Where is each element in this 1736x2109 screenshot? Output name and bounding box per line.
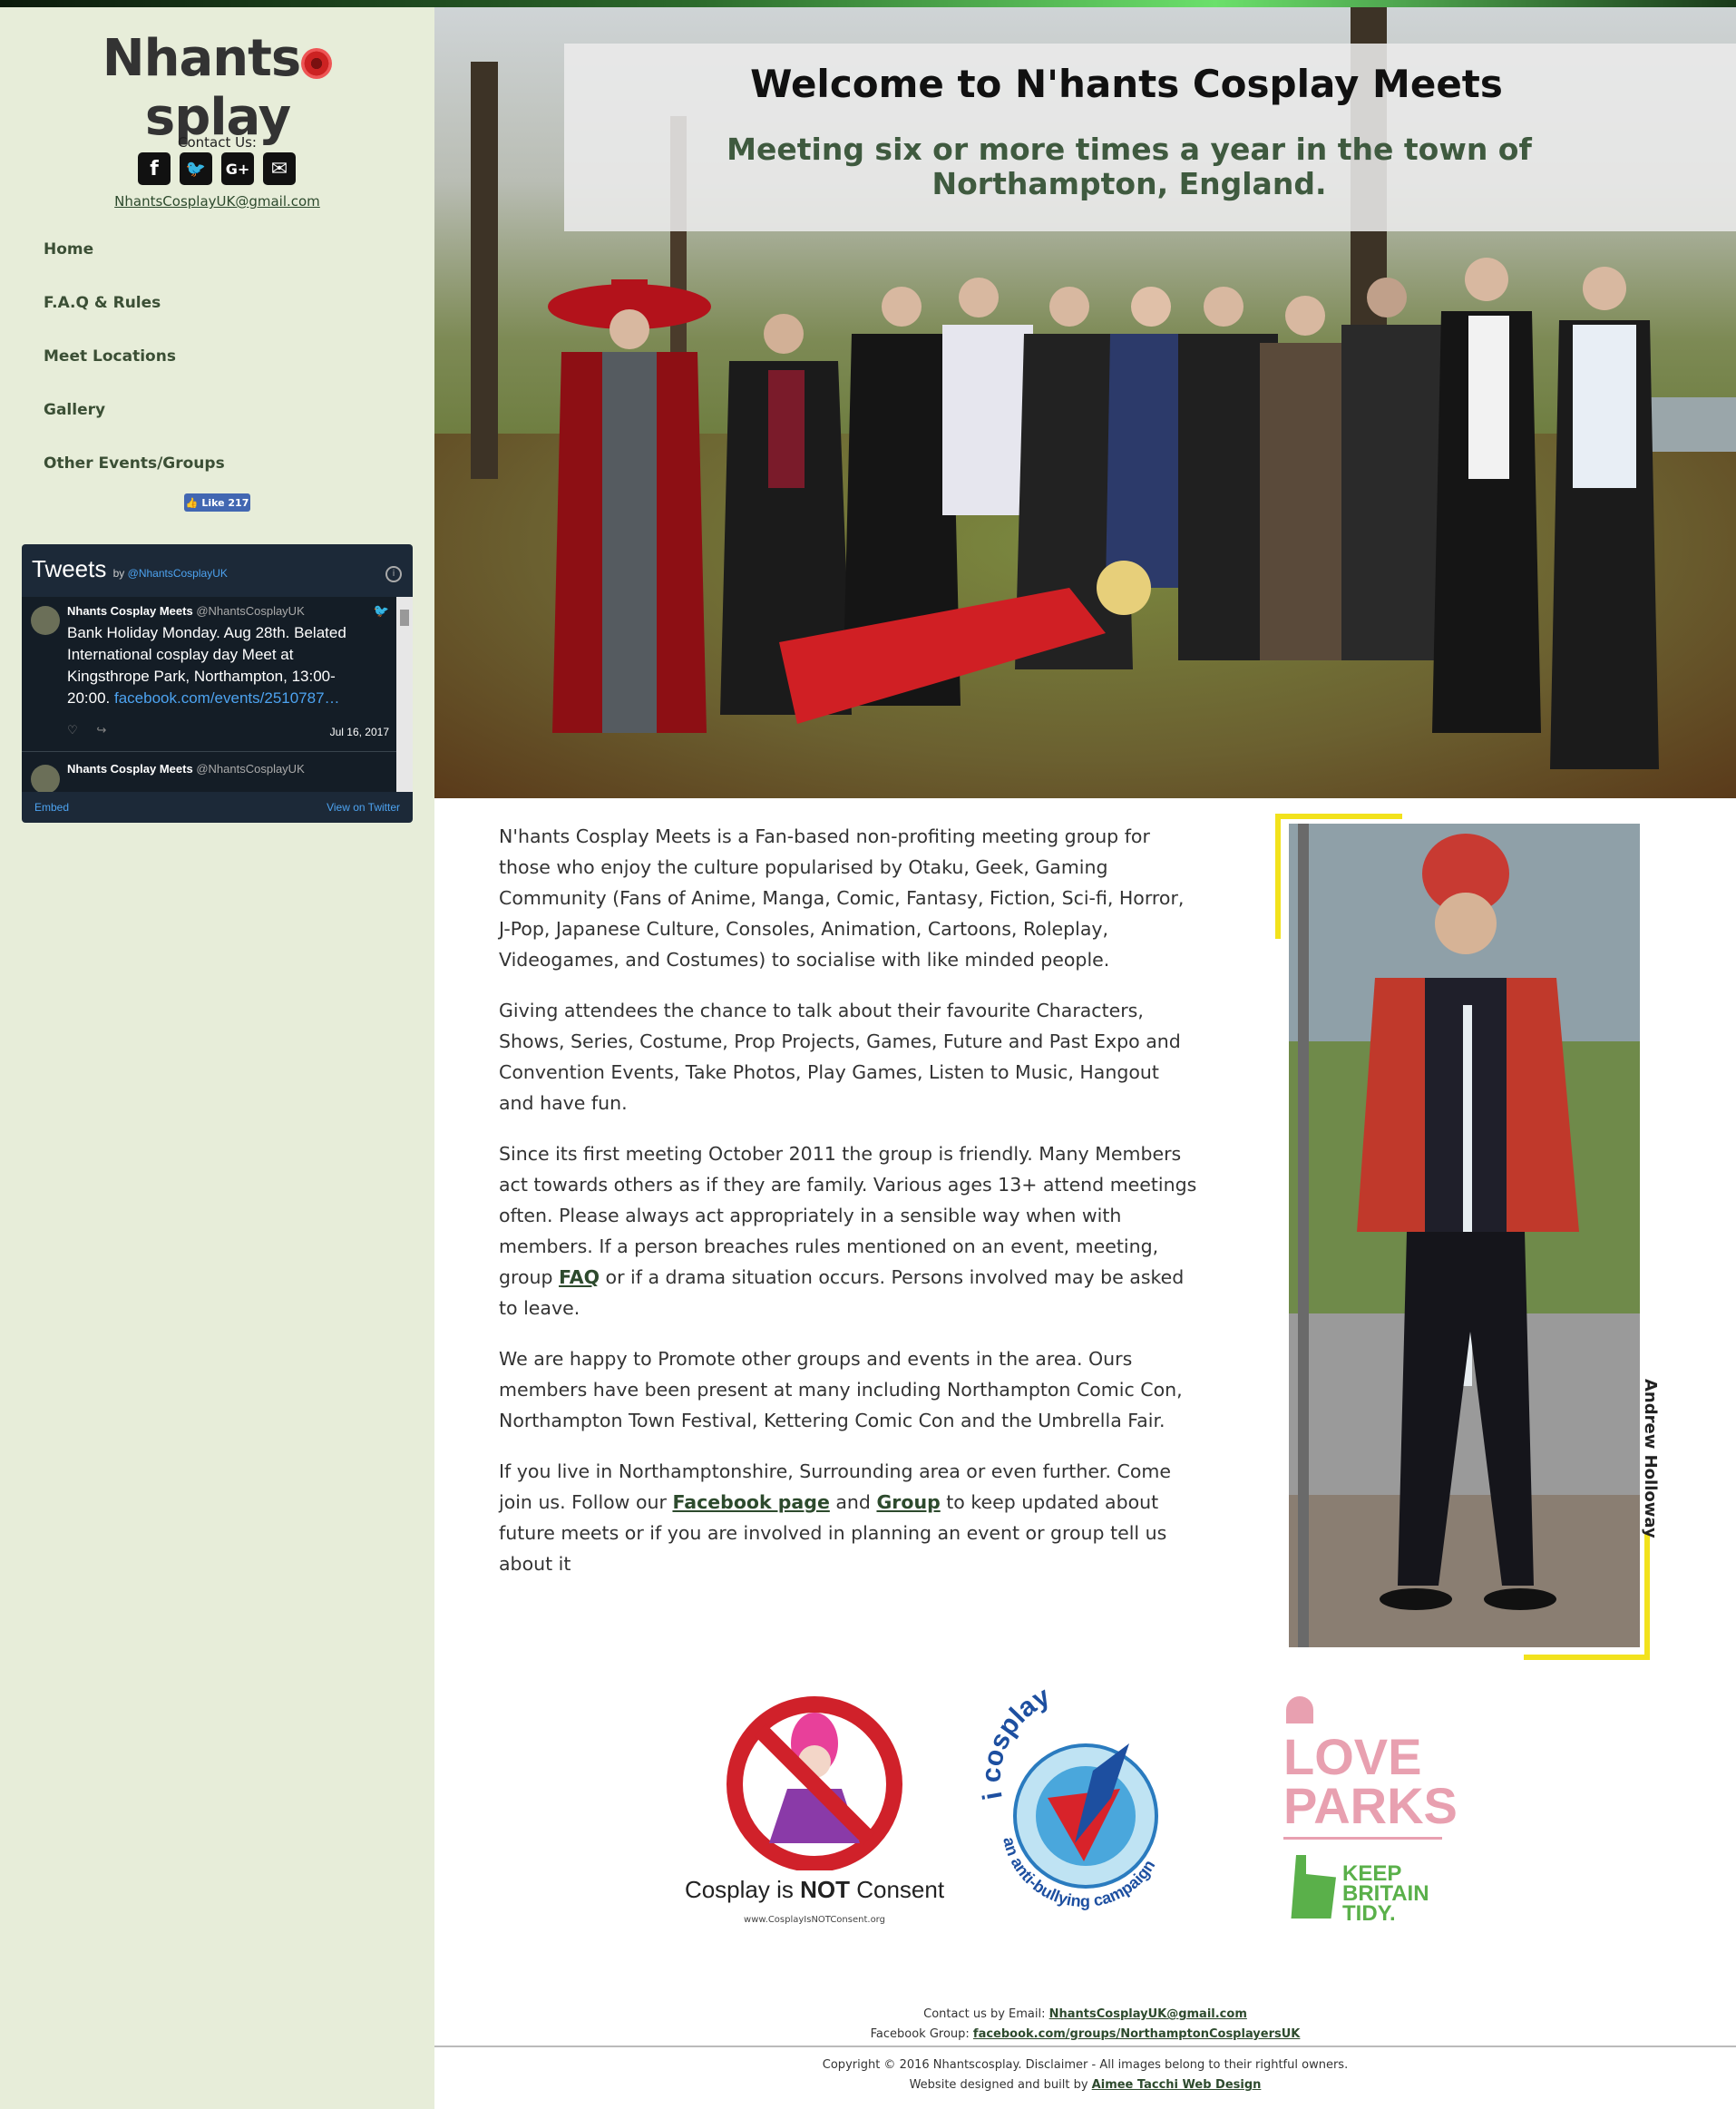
tidyman-icon — [1291, 1855, 1336, 1919]
love-parks-keep-britain-tidy-badge[interactable]: LOVE PARKS KEEP BRITAIN TIDY. — [1283, 1692, 1458, 1928]
intro-content: N'hants Cosplay Meets is a Fan-based non… — [499, 821, 1197, 1599]
hero-group-photo — [434, 7, 1736, 798]
cosplay-not-consent-title: Cosplay is NOT Consent — [684, 1876, 945, 1903]
icosplay-anti-bullying-badge[interactable]: i cosplay an anti-bullying campaign — [975, 1681, 1193, 1925]
nav-item-gallery[interactable]: Gallery — [44, 395, 225, 448]
nav-item-home[interactable]: Home — [44, 234, 225, 288]
hero-subtitle: Meeting six or more times a year in the … — [727, 132, 1532, 201]
tweet-divider — [22, 751, 396, 752]
intro-paragraph-5: If you live in Northamptonshire, Surroun… — [499, 1460, 1171, 1575]
facebook-icon[interactable]: f — [138, 152, 171, 185]
intro-paragraph-2: Giving attendees the chance to talk abou… — [499, 1000, 1181, 1114]
twitter-icon[interactable]: 🐦 — [180, 152, 212, 185]
photo-frame-corner — [1275, 814, 1281, 939]
tweet-text: Bank Holiday Monday. Aug 28th. Belated I… — [67, 624, 346, 707]
footer-divider — [434, 2046, 1736, 2047]
icosplay-logo-icon: i cosplay an anti-bullying campaign — [977, 1681, 1159, 1910]
logo-text-prefix: Nhants — [102, 29, 301, 88]
tweets-by-label: by — [112, 567, 125, 580]
avatar[interactable] — [31, 606, 60, 635]
embed-link[interactable]: Embed — [34, 801, 69, 814]
photo-caption-wrap: Andrew Holloway — [1640, 1379, 1663, 1538]
photo-frame-corner — [1275, 814, 1402, 819]
google-plus-icon[interactable]: G+ — [221, 152, 254, 185]
photo-caption: Andrew Holloway — [1641, 1379, 1660, 1538]
tweet-actions: ♡ ↪ — [67, 724, 106, 737]
scrollbar-thumb[interactable] — [400, 610, 409, 626]
intro-paragraph-1: N'hants Cosplay Meets is a Fan-based non… — [499, 825, 1185, 971]
facebook-like-button[interactable]: 👍 Like 217 — [184, 493, 250, 512]
tweets-list: Nhants Cosplay Meets @NhantsCosplayUK 🐦 … — [22, 597, 396, 792]
cosplay-not-consent-url: www.CosplayIsNOTConsent.org — [744, 1915, 885, 1925]
facebook-page-link[interactable]: Facebook page — [672, 1491, 829, 1513]
photo-frame-corner — [1524, 1655, 1650, 1660]
like-count: Like 217 — [201, 496, 249, 509]
nav-item-faq[interactable]: F.A.Q & Rules — [44, 288, 225, 341]
sidebar: Nhantssplay Contact Us: f 🐦 G+ ✉ NhantsC… — [0, 7, 434, 2109]
social-icons: f 🐦 G+ ✉ — [138, 152, 297, 185]
tweet-author[interactable]: Nhants Cosplay Meets @NhantsCosplayUK — [67, 762, 305, 776]
email-icon[interactable]: ✉ — [263, 152, 296, 185]
thumbs-up-icon: 👍 — [185, 496, 199, 509]
cosplay-not-consent-badge[interactable] — [724, 1689, 905, 1872]
twitter-bird-icon[interactable]: 🐦 — [374, 604, 389, 619]
site-logo[interactable]: Nhantssplay — [36, 29, 399, 147]
tweets-handle-link[interactable]: @NhantsCosplayUK — [128, 567, 228, 580]
facebook-group-link[interactable]: Group — [876, 1491, 940, 1513]
nav-item-meet-locations[interactable]: Meet Locations — [44, 341, 225, 395]
footer-facebook-group-link[interactable]: facebook.com/groups/NorthamptonCosplayer… — [973, 2027, 1300, 2041]
tweet-date[interactable]: Jul 16, 2017 — [330, 726, 389, 738]
footer-copyright: Copyright © 2016 Nhantscosplay. Disclaim… — [434, 2055, 1736, 2095]
tweet-link[interactable]: facebook.com/events/2510787… — [114, 689, 340, 707]
faq-link[interactable]: FAQ — [559, 1266, 600, 1288]
divider — [1283, 1837, 1442, 1840]
tweets-scrollbar[interactable] — [396, 597, 413, 792]
copyright-text: Copyright © 2016 Nhantscosplay. Disclaim… — [822, 2058, 1349, 2072]
no-sign-icon — [727, 1696, 902, 1872]
keep-britain-tidy-text: KEEP BRITAIN TIDY. — [1342, 1861, 1429, 1926]
tweets-footer: Embed View on Twitter — [22, 792, 413, 823]
heart-icon[interactable]: ♡ — [67, 724, 78, 737]
cosplayer-photo-illustration — [1289, 824, 1640, 1647]
twitter-timeline-widget: Tweets by @NhantsCosplayUK i Nhants Cosp… — [22, 544, 413, 823]
tweet-author[interactable]: Nhants Cosplay Meets @NhantsCosplayUK — [67, 604, 305, 618]
cosplayer-photo — [1289, 824, 1640, 1647]
top-gradient-bar — [0, 0, 1736, 7]
contact-label: Contact Us: — [178, 134, 257, 151]
tweets-header: Tweets by @NhantsCosplayUK — [32, 555, 228, 583]
hero-title: Welcome to N'hants Cosplay Meets — [750, 62, 1503, 106]
main-nav: Home F.A.Q & Rules Meet Locations Galler… — [44, 234, 225, 502]
view-on-twitter-link[interactable]: View on Twitter — [327, 801, 400, 814]
intro-paragraph-3: Since its first meeting October 2011 the… — [499, 1143, 1197, 1319]
contact-email-link[interactable]: NhantsCosplayUK@gmail.com — [0, 193, 434, 210]
logo-o-icon — [301, 48, 333, 79]
footer-contact: Contact us by Email: NhantsCosplayUK@gma… — [870, 2007, 1301, 2041]
designer-link[interactable]: Aimee Tacchi Web Design — [1092, 2078, 1262, 2092]
intro-paragraph-4: We are happy to Promote other groups and… — [499, 1348, 1183, 1431]
avatar[interactable] — [31, 765, 60, 792]
tweets-title: Tweets — [32, 555, 107, 582]
photo-frame-corner — [1644, 1533, 1650, 1660]
footer-email-link[interactable]: NhantsCosplayUK@gmail.com — [1049, 2007, 1247, 2021]
share-icon[interactable]: ↪ — [96, 724, 106, 737]
love-parks-text: LOVE PARKS — [1283, 1728, 1458, 1834]
heart-icon — [1286, 1696, 1313, 1723]
info-icon[interactable]: i — [385, 566, 402, 582]
